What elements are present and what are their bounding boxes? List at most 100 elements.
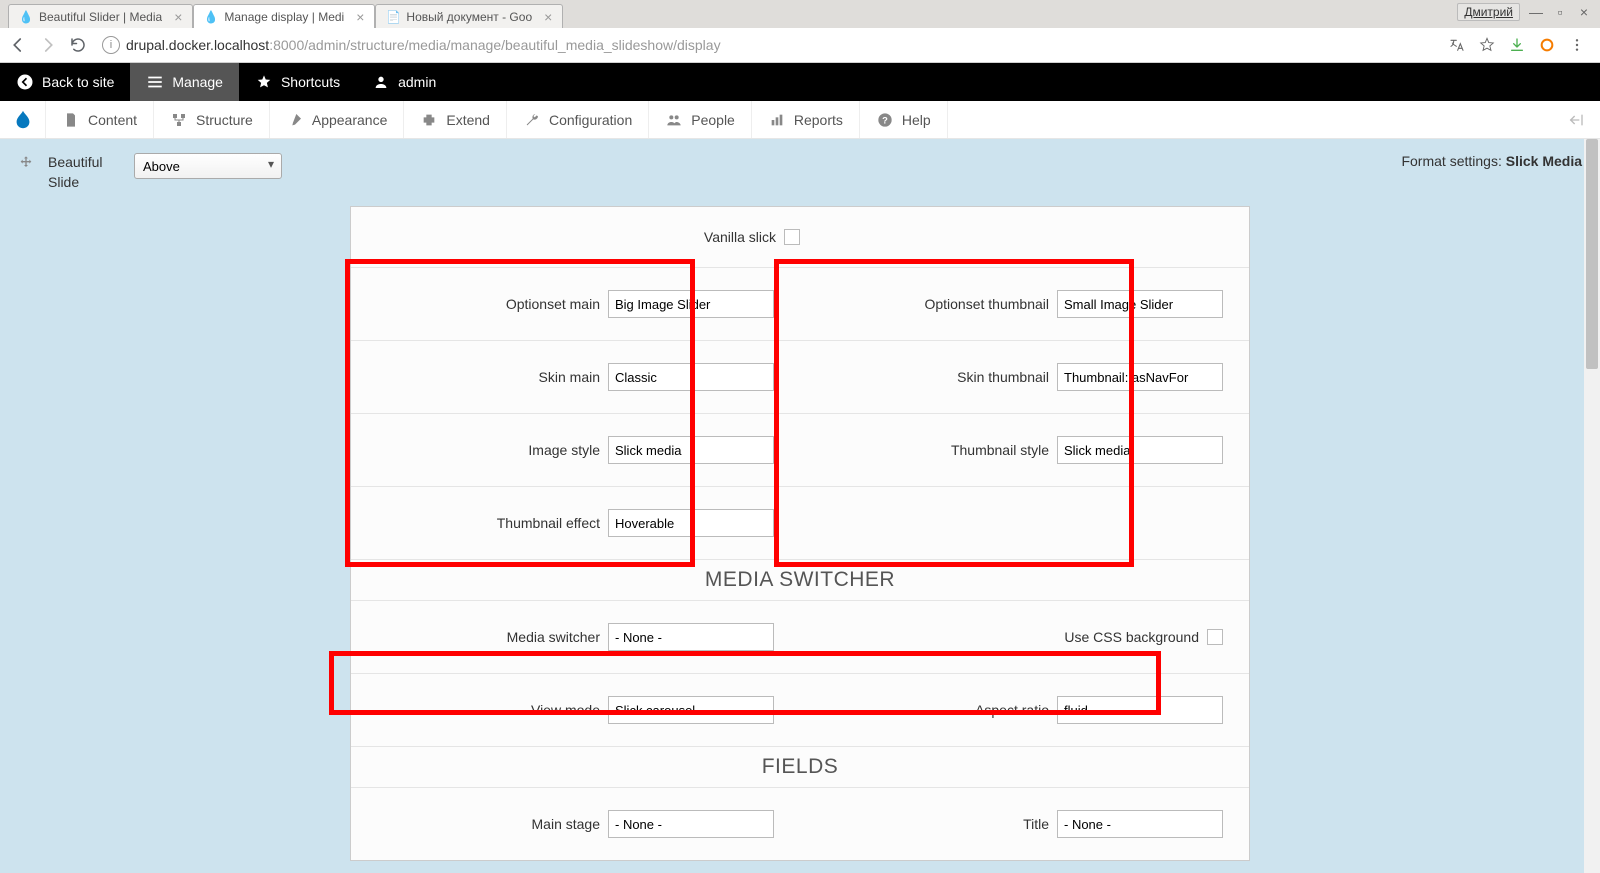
maximize-icon[interactable]: ▫ (1552, 4, 1568, 20)
vanilla-slick-checkbox[interactable] (784, 229, 800, 245)
browser-tab-strip: 💧 Beautiful Slider | Media × 💧 Manage di… (0, 0, 1600, 28)
back-to-site-button[interactable]: Back to site (0, 63, 130, 101)
menu-people[interactable]: People (649, 101, 752, 138)
use-css-bg-row: Use CSS background (800, 601, 1249, 673)
main-stage-input[interactable] (608, 810, 774, 838)
view-mode-label: View mode (531, 702, 600, 718)
drupal-logo-icon[interactable] (0, 101, 46, 138)
thumbnail-style-row: Thumbnail style (800, 414, 1249, 486)
menu-configuration[interactable]: Configuration (507, 101, 649, 138)
view-mode-input[interactable] (608, 696, 774, 724)
drupal-favicon-icon: 💧 (19, 10, 33, 24)
browser-tab-0[interactable]: 💧 Beautiful Slider | Media × (8, 4, 193, 28)
title-field-row: Title (800, 788, 1249, 860)
format-settings-prefix: Format settings: (1401, 153, 1505, 169)
svg-text:?: ? (882, 115, 888, 125)
optionset-thumbnail-input[interactable] (1057, 290, 1223, 318)
optionset-main-row: Optionset main (351, 268, 800, 340)
skin-main-label: Skin main (539, 369, 600, 385)
reload-icon[interactable] (68, 35, 88, 55)
image-style-input[interactable] (608, 436, 774, 464)
view-mode-row: View mode (351, 674, 800, 746)
use-css-bg-checkbox[interactable] (1207, 629, 1223, 645)
optionset-thumbnail-row: Optionset thumbnail (800, 268, 1249, 340)
browser-tab-1[interactable]: 💧 Manage display | Medi × (193, 4, 375, 28)
media-switcher-row: Media switcher (351, 601, 800, 673)
menu-appearance-label: Appearance (312, 112, 388, 128)
thumbnail-effect-label: Thumbnail effect (497, 515, 600, 531)
window-controls: Дмитрий — ▫ × (1457, 3, 1592, 21)
structure-icon (170, 111, 188, 129)
star-icon[interactable] (1478, 36, 1496, 54)
url-host: drupal.docker.localhost (126, 37, 269, 53)
media-switcher-label: Media switcher (507, 629, 600, 645)
url-input[interactable]: i drupal.docker.localhost:8000/admin/str… (98, 32, 1438, 58)
image-style-label: Image style (528, 442, 600, 458)
back-icon[interactable] (8, 35, 28, 55)
menu-help[interactable]: ? Help (860, 101, 948, 138)
forward-icon (38, 35, 58, 55)
document-icon (62, 111, 80, 129)
translate-icon[interactable] (1448, 36, 1466, 54)
main-stage-row: Main stage (351, 788, 800, 860)
skin-thumbnail-input[interactable] (1057, 363, 1223, 391)
thumbnail-style-input[interactable] (1057, 436, 1223, 464)
aspect-ratio-input[interactable] (1057, 696, 1223, 724)
label-position-select[interactable]: Above (134, 153, 282, 179)
close-icon[interactable]: × (174, 9, 182, 25)
close-window-icon[interactable]: × (1576, 4, 1592, 20)
optionset-thumbnail-label: Optionset thumbnail (924, 296, 1049, 312)
menu-appearance[interactable]: Appearance (270, 101, 405, 138)
menu-extend-label: Extend (446, 112, 490, 128)
optionset-main-input[interactable] (608, 290, 774, 318)
admin-user-button[interactable]: admin (356, 63, 452, 101)
drag-handle-icon[interactable] (18, 153, 34, 171)
field-name-line1: Beautiful (48, 153, 120, 173)
minimize-icon[interactable]: — (1528, 4, 1544, 20)
star-icon (255, 73, 273, 91)
scrollbar-thumb[interactable] (1586, 139, 1598, 369)
shortcuts-button[interactable]: Shortcuts (239, 63, 356, 101)
menu-reports-label: Reports (794, 112, 843, 128)
menu-extend[interactable]: Extend (404, 101, 507, 138)
title-field-input[interactable] (1057, 810, 1223, 838)
menu-reports[interactable]: Reports (752, 101, 860, 138)
format-settings-value: Slick Media (1506, 153, 1582, 169)
menu-content[interactable]: Content (46, 101, 154, 138)
field-name: Beautiful Slide (48, 153, 120, 192)
skin-thumbnail-row: Skin thumbnail (800, 341, 1249, 413)
browser-user-badge[interactable]: Дмитрий (1457, 3, 1520, 21)
format-settings-text: Format settings: Slick Media (1401, 153, 1582, 169)
menu-dots-icon[interactable] (1568, 36, 1586, 54)
gdocs-favicon-icon: 📄 (386, 10, 400, 24)
section-media-switcher: MEDIA SWITCHER (351, 560, 1249, 601)
browser-address-bar: i drupal.docker.localhost:8000/admin/str… (0, 28, 1600, 63)
site-info-icon[interactable]: i (102, 36, 120, 54)
skin-thumbnail-label: Skin thumbnail (957, 369, 1049, 385)
skin-main-input[interactable] (608, 363, 774, 391)
scrollbar[interactable] (1584, 139, 1600, 873)
menu-configuration-label: Configuration (549, 112, 632, 128)
main-stage-label: Main stage (532, 816, 600, 832)
manage-button[interactable]: Manage (130, 63, 239, 101)
thumbnail-style-label: Thumbnail style (951, 442, 1049, 458)
thumbnail-effect-input[interactable] (608, 509, 774, 537)
close-icon[interactable]: × (356, 9, 364, 25)
back-arrow-icon (16, 73, 34, 91)
use-css-bg-label: Use CSS background (1064, 629, 1199, 645)
media-switcher-input[interactable] (608, 623, 774, 651)
menu-orientation-toggle[interactable] (1552, 101, 1600, 138)
aspect-ratio-row: Aspect ratio (800, 674, 1249, 746)
people-icon (665, 111, 683, 129)
download-arrow-icon[interactable] (1508, 36, 1526, 54)
menu-people-label: People (691, 112, 735, 128)
drupal-admin-menu: Content Structure Appearance Extend Conf… (0, 101, 1600, 139)
extension-circle-icon[interactable] (1538, 36, 1556, 54)
url-path: :8000/admin/structure/media/manage/beaut… (269, 37, 720, 53)
shortcuts-label: Shortcuts (281, 74, 340, 90)
menu-content-label: Content (88, 112, 137, 128)
browser-tab-2[interactable]: 📄 Новый документ - Goo × (375, 4, 563, 28)
field-name-line2: Slide (48, 173, 120, 193)
close-icon[interactable]: × (544, 9, 552, 25)
menu-structure[interactable]: Structure (154, 101, 270, 138)
